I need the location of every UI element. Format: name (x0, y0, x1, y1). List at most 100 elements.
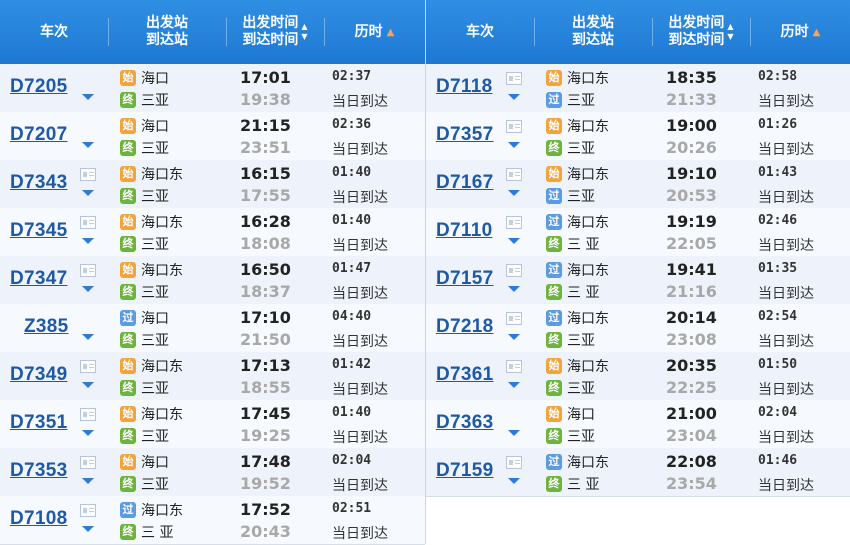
header-arr-time: 到达时间 (668, 32, 725, 48)
train-number-link[interactable]: D7108 (10, 508, 68, 530)
header-train-no[interactable]: 车次 (0, 0, 108, 64)
train-number-link[interactable]: D7353 (10, 460, 68, 482)
chevron-down-icon[interactable] (82, 238, 94, 244)
chevron-down-icon[interactable] (508, 94, 520, 100)
train-number-link[interactable]: D7363 (436, 412, 494, 434)
train-number-link[interactable]: D7218 (436, 316, 494, 338)
train-number-link[interactable]: D7205 (10, 76, 68, 98)
arrival-note: 当日到达 (332, 286, 388, 302)
chevron-down-icon[interactable] (82, 94, 94, 100)
train-number-link[interactable]: D7361 (436, 364, 494, 386)
header-times[interactable]: 出发时间 到达时间 ▲ ▼ (652, 0, 750, 64)
header-stations[interactable]: 出发站 到达站 (534, 0, 652, 64)
chevron-down-icon[interactable] (82, 190, 94, 196)
from-station: 始海口 (120, 116, 169, 136)
id-card-icon[interactable] (506, 312, 522, 325)
train-number-link[interactable]: D7345 (10, 220, 68, 242)
chevron-down-icon[interactable] (508, 334, 520, 340)
train-number-link[interactable]: D7343 (10, 172, 68, 194)
id-card-icon[interactable] (80, 168, 96, 181)
chevron-down-icon[interactable] (508, 190, 520, 196)
from-station-name: 海口东 (567, 359, 609, 375)
train-number-link[interactable]: D7118 (436, 76, 492, 98)
station-tag-icon: 过 (546, 310, 562, 326)
table-row[interactable]: D7351 始海口东终三亚 17:45 19:25 01:40 当日到达 (0, 400, 425, 449)
table-row[interactable]: D7207 始海口终三亚 21:15 23:51 02:36 当日到达 (0, 112, 425, 161)
train-number-link[interactable]: D7347 (10, 268, 68, 290)
chevron-down-icon[interactable] (82, 430, 94, 436)
chevron-down-icon[interactable] (82, 478, 94, 484)
train-number-link[interactable]: D7167 (436, 172, 494, 194)
train-number-link[interactable]: Z385 (24, 316, 69, 338)
sort-down-icon[interactable]: ▼ (301, 32, 307, 42)
id-card-icon[interactable] (506, 456, 522, 469)
table-row[interactable]: D7108 过海口东终三 亚 17:52 20:43 02:51 当日到达 (0, 496, 425, 545)
chevron-down-icon[interactable] (82, 526, 94, 532)
table-row[interactable]: D7118 始海口东过三亚 18:35 21:33 02:58 当日到达 (426, 64, 850, 113)
chevron-down-icon[interactable] (508, 382, 520, 388)
id-card-icon[interactable] (80, 408, 96, 421)
chevron-down-icon[interactable] (508, 430, 520, 436)
id-card-icon[interactable] (80, 264, 96, 277)
train-number-link[interactable]: D7110 (436, 220, 492, 242)
train-number-link[interactable]: D7349 (10, 364, 68, 386)
departure-time: 21:00 (666, 404, 717, 423)
id-card-icon[interactable] (506, 360, 522, 373)
arrival-time: 21:33 (666, 90, 717, 109)
table-row[interactable]: Z385 过海口终三亚 17:10 21:50 04:40 当日到达 (0, 304, 425, 353)
id-card-icon[interactable] (506, 168, 522, 181)
id-card-icon[interactable] (80, 504, 96, 517)
chevron-down-icon[interactable] (82, 142, 94, 148)
chevron-down-icon[interactable] (508, 478, 520, 484)
header-stations[interactable]: 出发站 到达站 (108, 0, 226, 64)
id-card-icon[interactable] (80, 456, 96, 469)
departure-time: 20:35 (666, 356, 717, 375)
table-row[interactable]: D7349 始海口东终三亚 17:13 18:55 01:42 当日到达 (0, 352, 425, 401)
table-row[interactable]: D7167 始海口东过三亚 19:10 20:53 01:43 当日到达 (426, 160, 850, 209)
header-duration[interactable]: 历时 ▲ (324, 0, 425, 64)
header-duration[interactable]: 历时 ▲ (750, 0, 850, 64)
chevron-down-icon[interactable] (82, 382, 94, 388)
id-card-icon[interactable] (80, 216, 96, 229)
sort-asc-icon[interactable]: ▲ (387, 24, 395, 41)
table-row[interactable]: D7159 过海口东终三 亚 22:08 23:54 01:46 当日到达 (426, 448, 850, 497)
train-number-link[interactable]: D7157 (436, 268, 494, 290)
table-row[interactable]: D7347 始海口东终三亚 16:50 18:37 01:47 当日到达 (0, 256, 425, 305)
table-row[interactable]: D7353 始海口终三亚 17:48 19:52 02:04 当日到达 (0, 448, 425, 497)
departure-time: 19:41 (666, 260, 717, 279)
train-number-link[interactable]: D7357 (436, 124, 494, 146)
sort-up-icon[interactable]: ▲ (301, 22, 307, 32)
table-row[interactable]: D7205 始海口终三亚 17:01 19:38 02:37 当日到达 (0, 64, 425, 113)
station-tag-icon: 终 (120, 428, 136, 444)
arrival-time: 22:25 (666, 378, 717, 397)
chevron-down-icon[interactable] (508, 286, 520, 292)
train-number-link[interactable]: D7351 (10, 412, 68, 434)
id-card-icon[interactable] (506, 216, 522, 229)
sort-down-icon[interactable]: ▼ (727, 32, 733, 42)
id-card-icon[interactable] (506, 72, 522, 85)
table-row[interactable]: D7363 始海口终三亚 21:00 23:04 02:04 当日到达 (426, 400, 850, 449)
sort-up-icon[interactable]: ▲ (727, 22, 733, 32)
table-row[interactable]: D7218 过海口东终三亚 20:14 23:08 02:54 当日到达 (426, 304, 850, 353)
departure-time: 19:19 (666, 212, 717, 231)
id-card-icon[interactable] (506, 120, 522, 133)
chevron-down-icon[interactable] (82, 334, 94, 340)
table-row[interactable]: D7110 过海口东终三 亚 19:19 22:05 02:46 当日到达 (426, 208, 850, 257)
id-card-icon[interactable] (506, 264, 522, 277)
table-row[interactable]: D7343 始海口东终三亚 16:15 17:55 01:40 当日到达 (0, 160, 425, 209)
table-row[interactable]: D7357 始海口东终三亚 19:00 20:26 01:26 当日到达 (426, 112, 850, 161)
table-row[interactable]: D7157 过海口东终三 亚 19:41 21:16 01:35 当日到达 (426, 256, 850, 305)
header-train-no[interactable]: 车次 (426, 0, 534, 64)
train-number-link[interactable]: D7207 (10, 124, 68, 146)
table-row[interactable]: D7345 始海口东终三亚 16:28 18:08 01:40 当日到达 (0, 208, 425, 257)
train-number-link[interactable]: D7159 (436, 460, 494, 482)
id-card-icon[interactable] (80, 360, 96, 373)
chevron-down-icon[interactable] (508, 142, 520, 148)
departure-time: 17:13 (240, 356, 291, 375)
chevron-down-icon[interactable] (82, 286, 94, 292)
sort-asc-icon[interactable]: ▲ (813, 24, 821, 41)
table-row[interactable]: D7361 始海口东终三亚 20:35 22:25 01:50 当日到达 (426, 352, 850, 401)
header-times[interactable]: 出发时间 到达时间 ▲ ▼ (226, 0, 324, 64)
chevron-down-icon[interactable] (508, 238, 520, 244)
to-station-name: 三 亚 (141, 525, 174, 541)
